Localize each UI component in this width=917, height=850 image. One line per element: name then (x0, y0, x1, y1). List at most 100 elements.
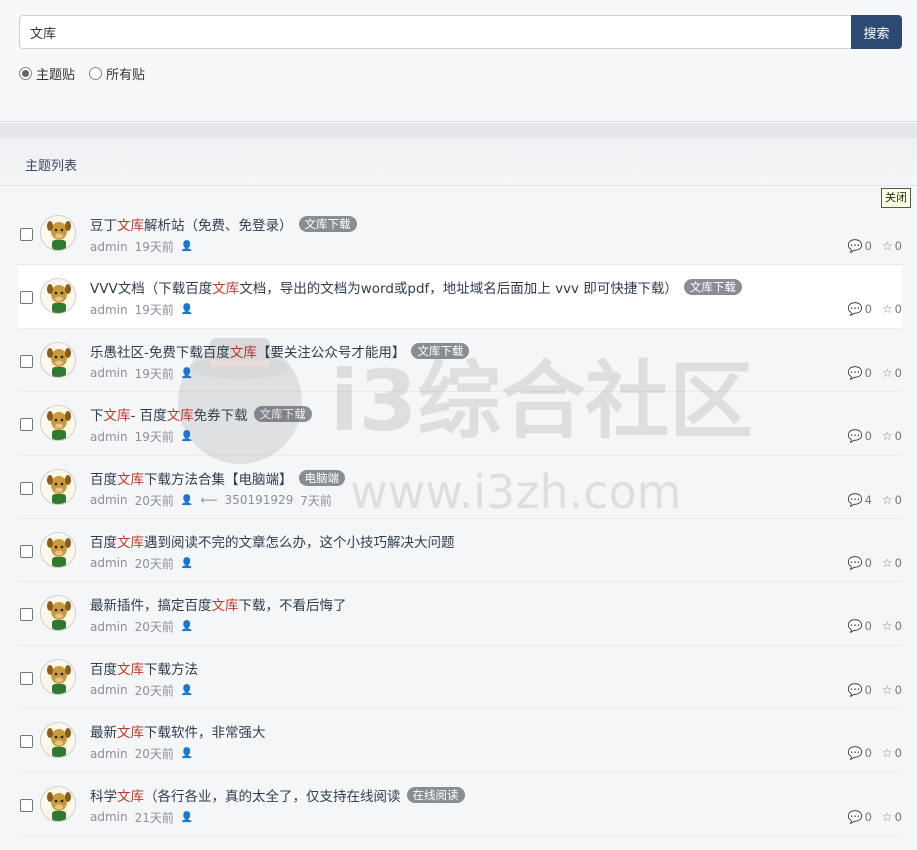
avatar[interactable] (40, 658, 76, 695)
thread-title[interactable]: 最新 文库 下载软件，非常强大 (90, 721, 266, 741)
radio-topic-posts[interactable]: 主题贴 (19, 64, 75, 83)
star-icon[interactable]: ☆ (882, 366, 893, 380)
title-text[interactable]: 豆丁 (90, 214, 117, 234)
thread-title[interactable]: 百度 文库 遇到阅读不完的文章怎么办，这个小技巧解决大问题 (90, 531, 455, 551)
title-text[interactable]: VVV文档（下载百度 (90, 277, 212, 297)
title-text[interactable]: 乐愚社区-免费下载百度 (90, 341, 230, 361)
title-text[interactable]: 下载方法 (144, 658, 198, 678)
star-icon[interactable]: ☆ (882, 619, 893, 633)
avatar[interactable] (40, 278, 76, 315)
thread-title[interactable]: 豆丁 文库 解析站（免费、免登录） 文库下载 (90, 214, 357, 234)
radio-checked-icon[interactable] (19, 67, 32, 80)
title-keyword-highlight[interactable]: 文库 (212, 594, 239, 614)
thread-checkbox[interactable] (20, 228, 33, 241)
close-button[interactable]: 关闭 (881, 188, 911, 208)
title-text[interactable]: 百度 (90, 468, 117, 488)
author-name[interactable]: admin (90, 493, 128, 507)
category-tag[interactable]: 文库下载 (683, 279, 742, 296)
title-keyword-highlight[interactable]: 文库 (117, 214, 144, 234)
star-count[interactable]: ☆ 0 (882, 619, 902, 633)
thread-row[interactable]: 乐愚社区-免费下载百度 文库 【要关注公众号才能用】 文库下载 admin 19天前 👤 💬 0… (18, 329, 902, 393)
star-count[interactable]: ☆ 0 (882, 746, 902, 760)
star-count[interactable]: ☆ 0 (882, 810, 902, 824)
title-text[interactable]: - 百度 (131, 404, 167, 424)
title-text[interactable]: 百度 (90, 658, 117, 678)
thread-checkbox[interactable] (20, 798, 33, 812)
star-icon[interactable]: ☆ (882, 429, 893, 443)
star-icon[interactable]: ☆ (882, 683, 893, 697)
thread-row[interactable]: 百度 文库 遇到阅读不完的文章怎么办，这个小技巧解决大问题 admin 20天前 👤 💬 0 ☆… (18, 519, 902, 583)
star-icon[interactable]: ☆ (882, 556, 893, 570)
star-count[interactable]: ☆ 0 (882, 366, 902, 380)
thread-row[interactable]: 百度 文库 下载方法 admin 20天前 👤 💬 0 ☆ 0 (18, 646, 902, 710)
title-text[interactable]: 文档，导出的文档为word或pdf，地址域名后面加上 vvv 即可快捷下载） (239, 277, 678, 297)
thread-row[interactable]: 科学 文库 （各行各业，真的太全了，仅支持在线阅读 在线阅读 admin 21天前 👤 💬 0 ☆… (18, 773, 902, 836)
thread-checkbox[interactable] (20, 354, 33, 368)
last-reply-user[interactable]: 350191929 (225, 493, 294, 507)
thread-checkbox[interactable] (20, 671, 33, 685)
title-text[interactable]: 最新 (90, 721, 117, 741)
star-count[interactable]: ☆ 0 (882, 493, 902, 507)
star-count[interactable]: ☆ 0 (882, 239, 902, 253)
title-keyword-highlight[interactable]: 文库 (117, 531, 144, 551)
title-text[interactable]: 遇到阅读不完的文章怎么办，这个小技巧解决大问题 (144, 531, 455, 551)
search-input[interactable] (19, 15, 851, 49)
author-name[interactable]: admin (90, 810, 128, 824)
title-text[interactable]: 最新插件，搞定百度 (90, 594, 212, 614)
title-text[interactable]: 下载软件，非常强大 (144, 721, 266, 741)
title-keyword-highlight[interactable]: 文库 (230, 341, 257, 361)
thread-row[interactable]: 百度 文库 下载方法合集【电脑端】 电脑端 admin 20天前 👤 ⟵ 350191929 7天… (18, 456, 902, 519)
star-icon[interactable]: ☆ (882, 810, 893, 824)
category-tag[interactable]: 文库下载 (298, 216, 357, 232)
title-keyword-highlight[interactable]: 文库 (104, 404, 131, 424)
title-text[interactable]: 科学 (90, 785, 117, 805)
thread-checkbox[interactable] (20, 544, 33, 558)
author-name[interactable]: admin (90, 366, 128, 380)
author-name[interactable]: admin (90, 747, 128, 761)
category-tag[interactable]: 电脑端 (298, 469, 345, 486)
avatar[interactable] (40, 341, 76, 378)
star-icon[interactable]: ☆ (882, 239, 893, 253)
title-keyword-highlight[interactable]: 文库 (117, 785, 144, 805)
star-count[interactable]: ☆ 0 (882, 683, 902, 697)
avatar[interactable] (40, 722, 76, 759)
thread-title[interactable]: 下文库 - 百度 文库 免券下载 文库下载 (90, 404, 312, 424)
star-icon[interactable]: ☆ (882, 746, 893, 760)
author-name[interactable]: admin (90, 556, 128, 570)
title-text[interactable]: 下 (90, 404, 104, 424)
category-tag[interactable]: 文库下载 (253, 406, 312, 423)
title-text[interactable]: 解析站（免费、免登录） (144, 214, 293, 234)
thread-row[interactable]: 最新 文库 下载软件，非常强大 admin 20天前 👤 💬 0 ☆ 0 (18, 709, 902, 773)
author-name[interactable]: admin (90, 240, 128, 254)
author-name[interactable]: admin (90, 430, 128, 444)
title-text[interactable]: （各行各业，真的太全了，仅支持在线阅读 (144, 785, 401, 805)
thread-checkbox[interactable] (20, 481, 33, 495)
star-icon[interactable]: ☆ (882, 302, 893, 316)
category-tag[interactable]: 文库下载 (411, 342, 470, 359)
star-icon[interactable]: ☆ (882, 493, 893, 507)
avatar[interactable] (40, 531, 76, 568)
title-keyword-highlight[interactable]: 文库 (167, 404, 194, 424)
thread-checkbox[interactable] (20, 735, 33, 749)
avatar[interactable] (40, 595, 76, 632)
author-name[interactable]: admin (90, 303, 128, 317)
thread-row[interactable]: VVV文档（下载百度 文库 文档，导出的文档为word或pdf，地址域名后面加上 v… (18, 265, 902, 329)
thread-checkbox[interactable] (20, 608, 33, 622)
author-name[interactable]: admin (90, 683, 128, 697)
star-count[interactable]: ☆ 0 (882, 302, 902, 316)
thread-row[interactable]: 下文库 - 百度 文库 免券下载 文库下载 admin 19天前 👤 💬 0 ☆ 0 (18, 392, 902, 456)
title-text[interactable]: 下载方法合集【电脑端】 (144, 468, 293, 488)
category-tag[interactable]: 在线阅读 (406, 786, 465, 803)
title-keyword-highlight[interactable]: 文库 (117, 468, 144, 488)
title-text[interactable]: 【要关注公众号才能用】 (257, 341, 406, 361)
thread-title[interactable]: 科学 文库 （各行各业，真的太全了，仅支持在线阅读 在线阅读 (90, 785, 465, 805)
avatar[interactable] (40, 468, 76, 505)
title-text[interactable]: 下载，不看后悔了 (239, 594, 347, 614)
thread-title[interactable]: 乐愚社区-免费下载百度 文库 【要关注公众号才能用】 文库下载 (90, 341, 470, 361)
search-button[interactable]: 搜索 (851, 15, 902, 49)
thread-title[interactable]: 最新插件，搞定百度 文库 下载，不看后悔了 (90, 594, 347, 614)
thread-title[interactable]: VVV文档（下载百度 文库 文档，导出的文档为word或pdf，地址域名后面加上 v… (90, 277, 742, 297)
avatar[interactable] (40, 215, 76, 251)
avatar[interactable] (40, 785, 76, 822)
radio-unchecked-icon[interactable] (89, 67, 103, 80)
